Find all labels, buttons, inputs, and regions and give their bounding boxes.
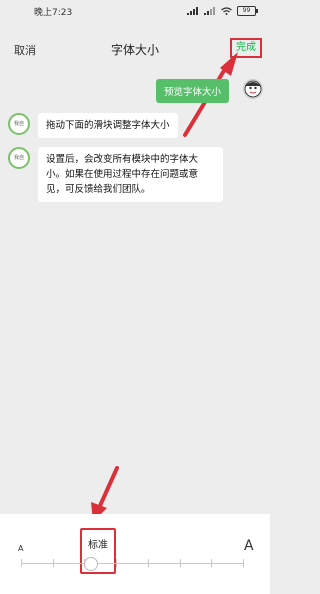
bot-message-1: 拖动下面的滑块调整字体大小 — [38, 113, 178, 138]
font-size-panel: A A 标准 — [0, 514, 270, 594]
slider-tick — [243, 559, 244, 567]
signal-icon-2 — [204, 7, 215, 15]
slider-tick — [179, 559, 181, 567]
slider-tick — [116, 559, 118, 567]
small-size-label: A — [18, 544, 24, 553]
bot-message-row-2: 我自 设置后，会改变所有模块中的字体大小。如果在使用过程中存在问题或意见，可反馈… — [8, 147, 223, 202]
current-size-label: 标准 — [88, 540, 108, 551]
bot-message-2: 设置后，会改变所有模块中的字体大小。如果在使用过程中存在问题或意见，可反馈给我们… — [38, 147, 223, 202]
status-time: 晚上7:23 — [34, 7, 73, 18]
battery-icon: 99 — [237, 6, 258, 16]
large-size-label: A — [244, 538, 254, 554]
status-icons: 99 — [187, 6, 258, 16]
user-avatar-icon — [244, 80, 262, 98]
bot-avatar: 我自 — [8, 113, 30, 135]
slider-tick — [211, 559, 213, 567]
slider-tick — [52, 559, 54, 567]
font-size-slider-knob[interactable] — [83, 557, 98, 571]
user-avatar — [243, 79, 263, 99]
slider-tick — [21, 559, 22, 567]
font-size-slider-track[interactable] — [21, 563, 243, 564]
cancel-button[interactable]: 取消 — [14, 42, 36, 58]
slider-tick — [147, 559, 149, 567]
signal-icon — [187, 7, 198, 15]
bot-avatar: 我自 — [8, 147, 30, 169]
wifi-icon — [221, 7, 232, 15]
status-bar: 晚上7:23 99 — [0, 0, 270, 22]
bot-message-row-1: 我自 拖动下面的滑块调整字体大小 — [8, 113, 178, 138]
preview-bubble: 预览字体大小 — [156, 79, 230, 103]
